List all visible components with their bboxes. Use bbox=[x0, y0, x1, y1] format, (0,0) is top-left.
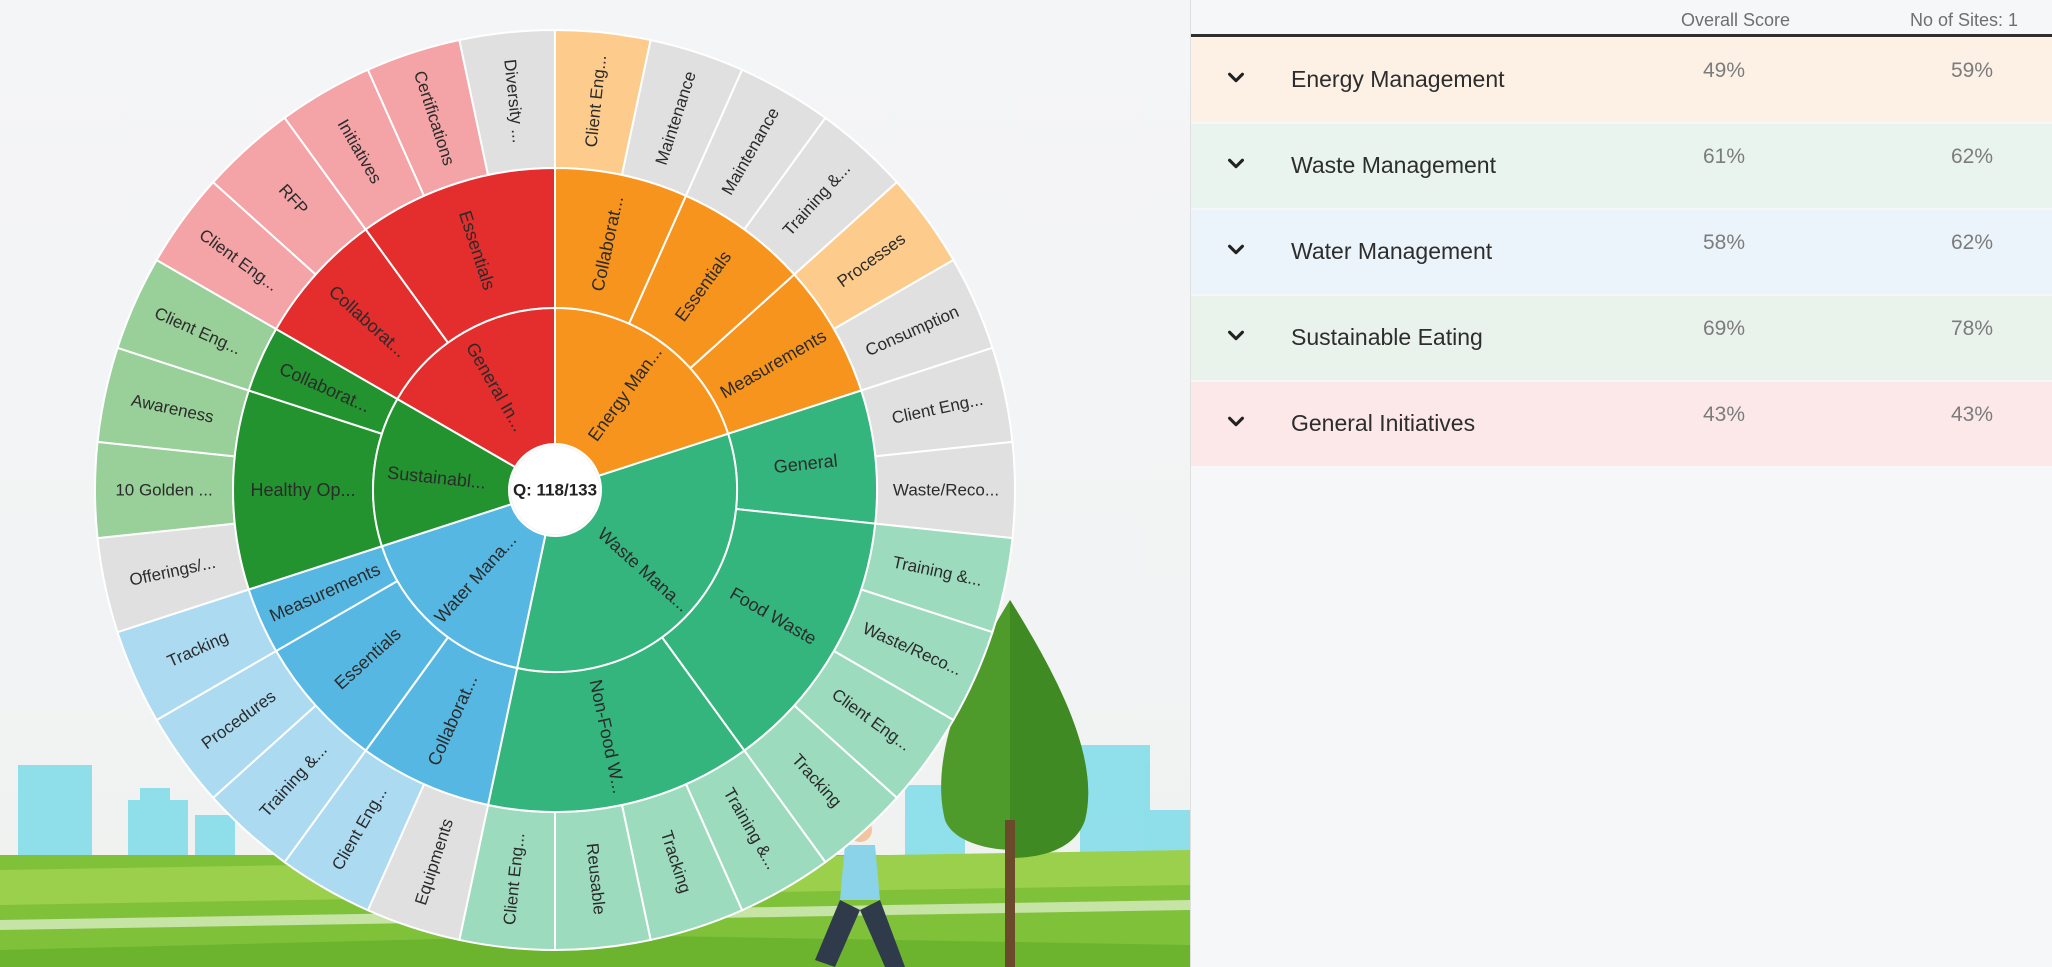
overall-score-value: 43% bbox=[1703, 403, 1746, 426]
sunburst-subcategory-label: Healthy Op... bbox=[250, 480, 355, 500]
category-name: Waste Management bbox=[1291, 152, 1496, 178]
chart-panel: Client Eng... Maintenance Collaborat... Mai… bbox=[0, 0, 1190, 967]
site-score-value: 62% bbox=[1951, 231, 1994, 254]
site-score-value: 59% bbox=[1951, 59, 1994, 82]
question-count: Q: 118/133 bbox=[513, 481, 597, 500]
sunburst-chart: Client Eng... MaintenanceCollaborat...Mai… bbox=[94, 28, 1016, 952]
category-name: Water Management bbox=[1291, 238, 1493, 264]
number-of-sites-header: No of Sites: 1 bbox=[1910, 10, 2019, 30]
chevron-down-icon[interactable] bbox=[1225, 410, 1247, 432]
table-row[interactable]: Sustainable Eating 69% 78% bbox=[1191, 296, 2052, 380]
chevron-down-icon[interactable] bbox=[1225, 66, 1247, 88]
site-score-value: 43% bbox=[1951, 403, 1994, 426]
table-row[interactable]: Energy Management 49% 59% bbox=[1191, 38, 2052, 122]
category-name: General Initiatives bbox=[1291, 410, 1476, 436]
table-row[interactable]: General Initiatives 43% 43% bbox=[1191, 382, 2052, 466]
site-score-value: 62% bbox=[1951, 145, 1994, 168]
overall-score-header: Overall Score bbox=[1681, 10, 1791, 30]
chevron-down-icon[interactable] bbox=[1225, 238, 1247, 260]
category-name: Energy Management bbox=[1291, 66, 1505, 92]
scores-table: Overall Score No of Sites: 1 Energy Mana… bbox=[1191, 0, 2052, 967]
overall-score-value: 61% bbox=[1703, 145, 1746, 168]
table-row[interactable]: Water Management 58% 62% bbox=[1191, 210, 2052, 294]
overall-score-value: 58% bbox=[1703, 231, 1746, 254]
sunburst-leaf-label: Waste/Reco... bbox=[893, 481, 999, 500]
sunburst-leaf-label: 10 Golden ... bbox=[115, 481, 212, 500]
chevron-down-icon[interactable] bbox=[1225, 324, 1247, 346]
site-score-value: 78% bbox=[1951, 317, 1994, 340]
overall-score-value: 69% bbox=[1703, 317, 1746, 340]
header-divider bbox=[1191, 34, 2052, 37]
overall-score-value: 49% bbox=[1703, 59, 1746, 82]
category-name: Sustainable Eating bbox=[1291, 324, 1483, 350]
table-row[interactable]: Waste Management 61% 62% bbox=[1191, 124, 2052, 208]
chevron-down-icon[interactable] bbox=[1225, 152, 1247, 174]
